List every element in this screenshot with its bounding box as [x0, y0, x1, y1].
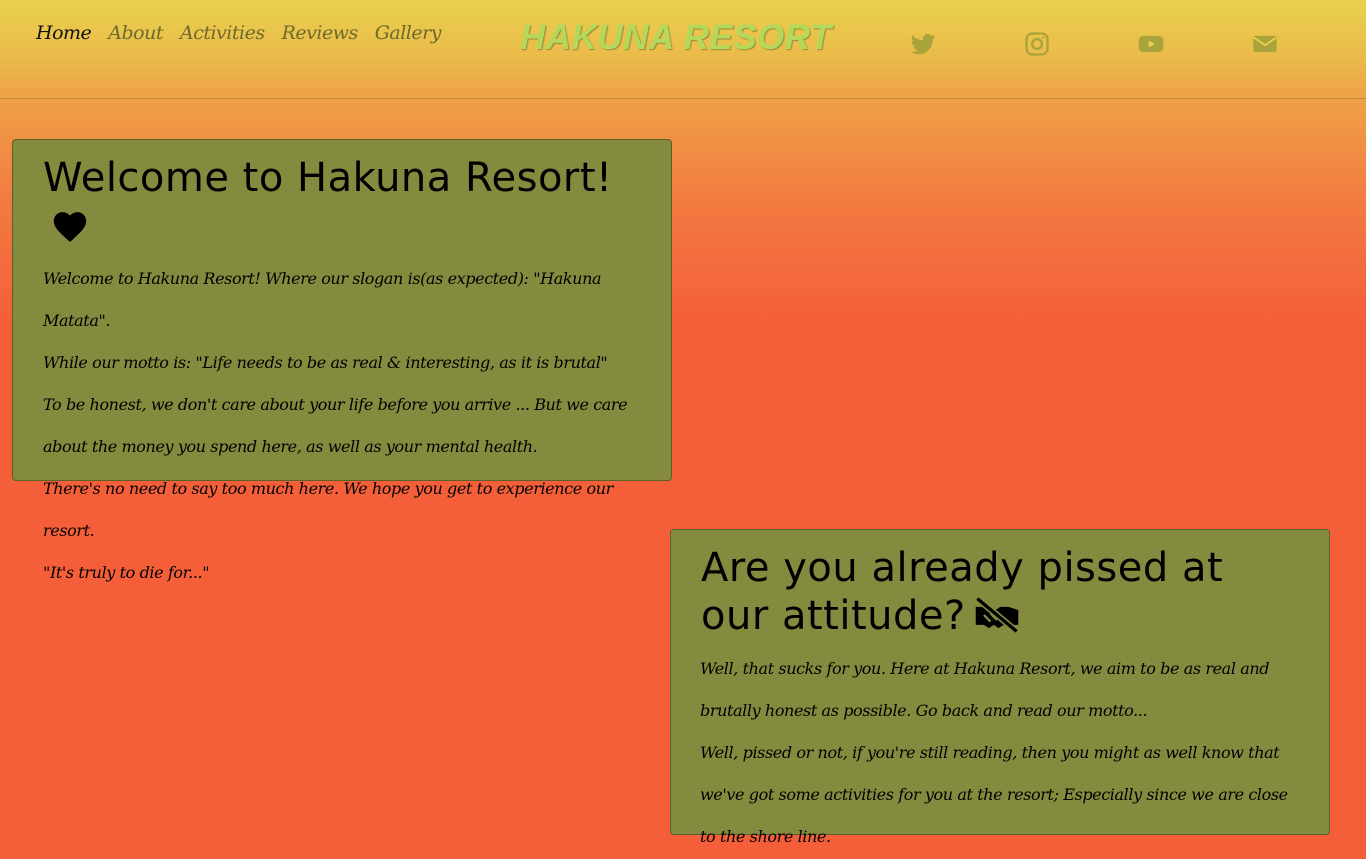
welcome-line-2: While our motto is: "Life needs to be as…: [43, 353, 608, 372]
welcome-line-4: There's no need to say too much here. We…: [43, 479, 613, 540]
nav-link-activities[interactable]: Activities: [180, 22, 265, 44]
brand-title: HAKUNA RESORT: [520, 18, 832, 57]
nav-links: Home About Activities Reviews Gallery: [36, 22, 441, 44]
nav-link-home[interactable]: Home: [36, 22, 92, 44]
handshake-slash-icon: [974, 596, 1020, 644]
twitter-icon[interactable]: [909, 30, 937, 58]
welcome-title: Welcome to Hakuna Resort!: [43, 155, 613, 201]
nav-link-about[interactable]: About: [108, 22, 163, 44]
welcome-line-5: "It's truly to die for...": [43, 563, 210, 582]
heart-icon: [51, 206, 89, 254]
attitude-title: Are you already pissed at our attitude?: [701, 545, 1224, 639]
instagram-icon[interactable]: [1023, 30, 1051, 58]
attitude-heading: Are you already pissed at our attitude?: [701, 544, 1301, 644]
nav-link-reviews[interactable]: Reviews: [282, 22, 359, 44]
welcome-card: Welcome to Hakuna Resort! Welcome to Hak…: [12, 139, 672, 582]
attitude-card: Are you already pissed at our attitude? …: [670, 529, 1330, 846]
envelope-icon[interactable]: [1251, 30, 1279, 58]
welcome-line-1: Welcome to Hakuna Resort! Where our slog…: [43, 269, 602, 330]
nav-link-gallery[interactable]: Gallery: [375, 22, 442, 44]
welcome-heading: Welcome to Hakuna Resort!: [43, 154, 643, 254]
youtube-icon[interactable]: [1137, 30, 1165, 58]
attitude-line-2: Well, pissed or not, if you're still rea…: [700, 743, 1288, 846]
navbar: Home About Activities Reviews Gallery HA…: [0, 0, 1366, 99]
attitude-line-1: Well, that sucks for you. Here at Hakuna…: [700, 659, 1270, 720]
welcome-line-3: To be honest, we don't care about your l…: [43, 395, 628, 456]
